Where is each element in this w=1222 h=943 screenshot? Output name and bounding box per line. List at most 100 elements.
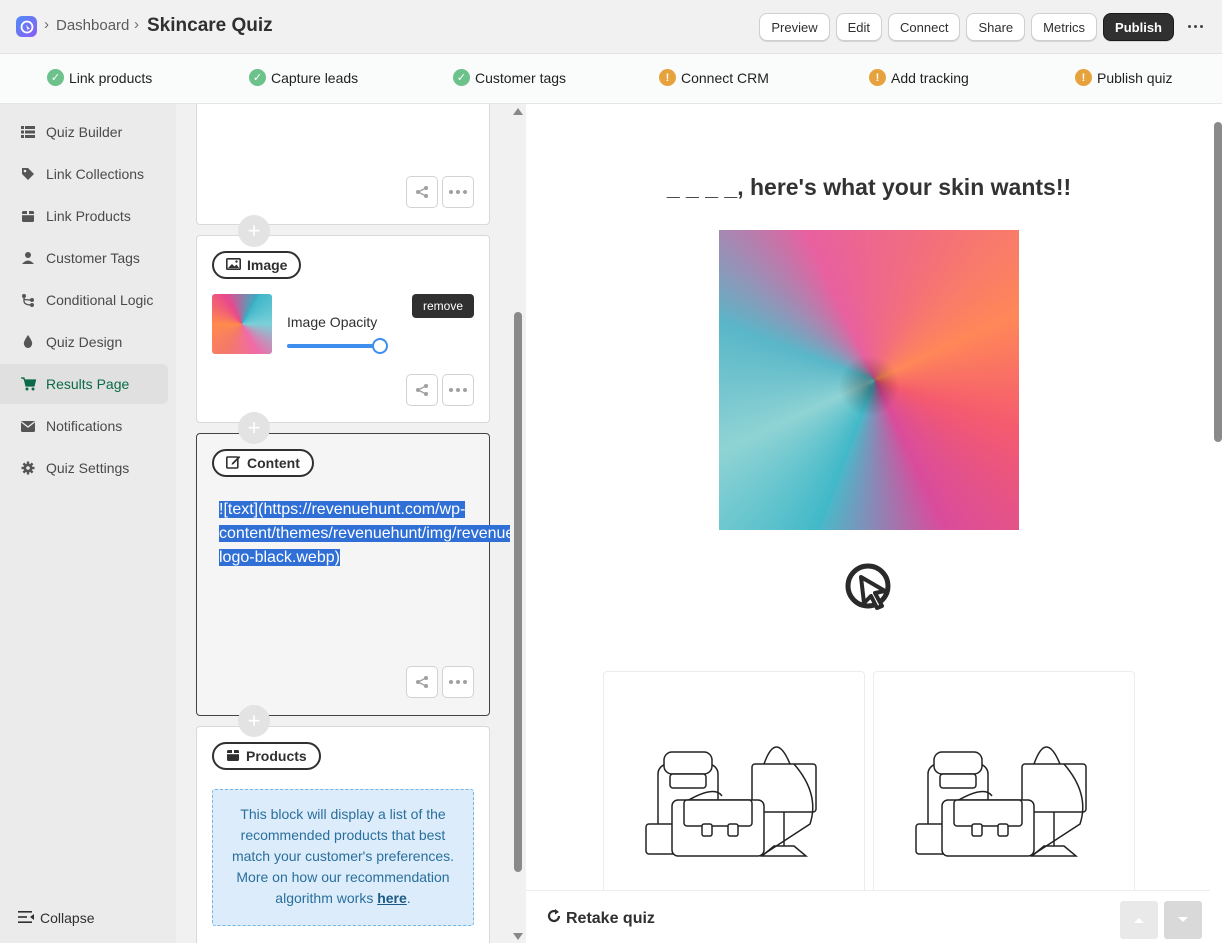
gear-icon bbox=[20, 460, 36, 476]
warning-circle-icon: ! bbox=[1075, 69, 1092, 86]
add-block-button[interactable]: + bbox=[238, 705, 270, 737]
app-logo-icon[interactable] bbox=[16, 16, 37, 37]
image-opacity-slider-handle[interactable] bbox=[372, 338, 388, 354]
refresh-icon bbox=[546, 908, 562, 929]
block-more-button[interactable] bbox=[442, 176, 474, 208]
add-block-button[interactable]: + bbox=[238, 412, 270, 444]
branch-icon bbox=[20, 292, 36, 308]
image-thumbnail[interactable] bbox=[212, 294, 272, 354]
editor-scrollbar-thumb[interactable] bbox=[514, 312, 522, 872]
sidebar-item-label: Customer Tags bbox=[46, 250, 140, 266]
selected-content-text: ![text](https://revenuehunt.com/wp-conte… bbox=[219, 501, 510, 566]
block-label: Content bbox=[247, 455, 300, 471]
sidebar-item-customer-tags[interactable]: Customer Tags bbox=[0, 238, 168, 278]
drop-icon bbox=[20, 334, 36, 350]
preview-bottom-bar: Retake quiz bbox=[526, 890, 1212, 943]
preview-button[interactable]: Preview bbox=[759, 13, 830, 41]
sidebar-item-label: Results Page bbox=[46, 376, 130, 392]
products-info-end: . bbox=[406, 890, 411, 906]
tag-icon bbox=[20, 166, 36, 182]
product-bag-illustration bbox=[915, 746, 1087, 857]
preview-scrollbar-thumb[interactable] bbox=[1214, 122, 1222, 442]
sidebar-item-label: Quiz Builder bbox=[46, 124, 123, 140]
results-headline: _ _ _ _, here's what your skin wants!! bbox=[666, 174, 1072, 200]
step-customer-tags[interactable]: ✓ Customer tags bbox=[453, 69, 566, 86]
preview-scrollbar[interactable] bbox=[1210, 104, 1222, 943]
collapse-sidebar-button[interactable]: Collapse bbox=[18, 910, 94, 926]
block-more-button[interactable] bbox=[442, 374, 474, 406]
content-text-editor[interactable]: ![text](https://revenuehunt.com/wp-conte… bbox=[219, 498, 510, 570]
user-icon bbox=[20, 250, 36, 266]
connect-button[interactable]: Connect bbox=[888, 13, 961, 41]
sidebar-item-label: Quiz Design bbox=[46, 334, 123, 350]
scroll-up-icon[interactable] bbox=[513, 108, 523, 115]
edit-button[interactable]: Edit bbox=[835, 13, 883, 41]
editor-block-previous[interactable] bbox=[196, 104, 490, 225]
logic-branch-button[interactable] bbox=[406, 374, 438, 406]
recommendation-algorithm-link[interactable]: here bbox=[377, 890, 407, 906]
more-options-icon[interactable] bbox=[1188, 19, 1206, 33]
breadcrumb-dashboard[interactable]: Dashboard bbox=[56, 17, 129, 34]
step-link-products[interactable]: ✓ Link products bbox=[47, 69, 152, 86]
retake-quiz-label: Retake quiz bbox=[566, 909, 655, 927]
chevron-down-icon bbox=[1178, 917, 1188, 922]
top-bar: › Dashboard › Skincare Quiz Preview Edit… bbox=[0, 0, 1222, 54]
products-info-text: This block will display a list of the re… bbox=[231, 806, 455, 906]
more-dots-icon bbox=[449, 388, 467, 392]
revenuehunt-logo-icon bbox=[844, 562, 896, 614]
editor-block-products[interactable]: Products This block will display a list … bbox=[196, 726, 490, 943]
setup-steps-bar: ✓ Link products ✓ Capture leads ✓ Custom… bbox=[0, 54, 1222, 104]
step-label: Link products bbox=[69, 69, 153, 86]
sidebar-item-link-products[interactable]: Link Products bbox=[0, 196, 168, 236]
block-actions bbox=[406, 666, 474, 698]
products-block-pill: Products bbox=[212, 742, 321, 770]
next-question-button[interactable] bbox=[1164, 901, 1202, 939]
results-editor-panel: + Image Image Opacity remove + Content !… bbox=[176, 104, 510, 943]
step-capture-leads[interactable]: ✓ Capture leads bbox=[249, 69, 358, 86]
retake-quiz-button[interactable]: Retake quiz bbox=[546, 908, 655, 929]
metrics-button[interactable]: Metrics bbox=[1031, 13, 1098, 41]
sidebar-item-label: Link Collections bbox=[46, 166, 145, 182]
results-preview: _ _ _ _, here's what your skin wants!! R… bbox=[526, 104, 1222, 943]
sidebar-item-quiz-builder[interactable]: Quiz Builder bbox=[0, 112, 168, 152]
editor-scrollbar[interactable] bbox=[510, 104, 526, 943]
more-dots-icon bbox=[449, 190, 467, 194]
step-add-tracking[interactable]: ! Add tracking bbox=[869, 69, 969, 86]
logic-branch-button[interactable] bbox=[406, 666, 438, 698]
block-actions bbox=[406, 374, 474, 406]
editor-block-image[interactable]: Image Image Opacity remove bbox=[196, 235, 490, 423]
chevron-up-icon bbox=[1134, 918, 1144, 923]
logic-branch-button[interactable] bbox=[406, 176, 438, 208]
block-label: Image bbox=[247, 257, 288, 273]
remove-image-button[interactable]: remove bbox=[412, 294, 475, 318]
sidebar-item-conditional-logic[interactable]: Conditional Logic bbox=[0, 280, 168, 320]
sidebar-item-quiz-settings[interactable]: Quiz Settings bbox=[0, 448, 168, 488]
image-opacity-slider-track[interactable] bbox=[287, 344, 379, 348]
add-block-button[interactable]: + bbox=[238, 215, 270, 247]
step-publish-quiz[interactable]: ! Publish quiz bbox=[1075, 69, 1173, 86]
sidebar: Quiz Builder Link Collections Link Produ… bbox=[0, 104, 176, 943]
header-actions: Preview Edit Connect Share Metrics Publi… bbox=[759, 13, 1174, 41]
editor-block-content[interactable]: Content ![text](https://revenuehunt.com/… bbox=[196, 433, 510, 716]
sidebar-item-quiz-design[interactable]: Quiz Design bbox=[0, 322, 168, 362]
collapse-label: Collapse bbox=[40, 910, 95, 926]
publish-button[interactable]: Publish bbox=[1103, 13, 1174, 41]
sidebar-item-notifications[interactable]: Notifications bbox=[0, 406, 168, 446]
step-label: Connect CRM bbox=[681, 69, 769, 86]
step-connect-crm[interactable]: ! Connect CRM bbox=[659, 69, 769, 86]
content-block-pill: Content bbox=[212, 449, 314, 477]
share-button[interactable]: Share bbox=[966, 13, 1026, 41]
sidebar-item-results-page[interactable]: Results Page bbox=[0, 364, 168, 404]
block-more-button[interactable] bbox=[442, 666, 474, 698]
results-hero-image bbox=[719, 230, 1019, 530]
list-icon bbox=[20, 124, 36, 140]
sidebar-item-link-collections[interactable]: Link Collections bbox=[0, 154, 168, 194]
cart-icon bbox=[20, 376, 36, 392]
products-info-box: This block will display a list of the re… bbox=[212, 789, 474, 926]
check-circle-icon: ✓ bbox=[453, 69, 470, 86]
more-dots-icon bbox=[449, 680, 467, 684]
previous-question-button[interactable] bbox=[1120, 901, 1158, 939]
breadcrumb-separator: › bbox=[44, 16, 49, 33]
step-label: Add tracking bbox=[891, 69, 969, 86]
scroll-down-icon[interactable] bbox=[513, 933, 523, 940]
